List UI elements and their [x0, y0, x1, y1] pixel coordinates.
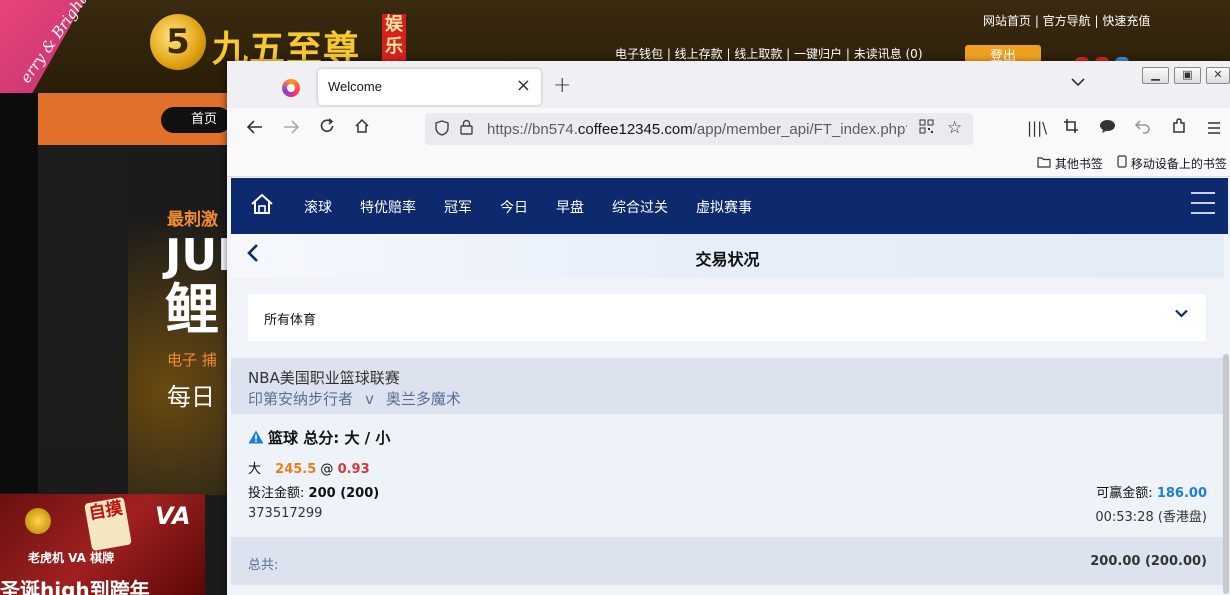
- page-title: 交易状况: [695, 250, 760, 269]
- tab-welcome[interactable]: Welcome ×: [318, 69, 541, 105]
- banner-slogan: 圣诞high到跨年: [0, 578, 150, 595]
- bookmark-mobile[interactable]: 移动设备上的书签: [1117, 155, 1227, 172]
- qr-code-icon[interactable]: [919, 119, 934, 138]
- sport-filter-value: 所有体育: [264, 313, 317, 328]
- minimize-icon[interactable]: ▁: [1142, 67, 1169, 84]
- reload-icon[interactable]: [319, 118, 335, 139]
- stake-value: 200 (200): [308, 486, 380, 501]
- bet-odds-value: 0.93: [337, 462, 370, 477]
- site-home-tab[interactable]: 首页: [161, 107, 231, 133]
- chevron-down-icon[interactable]: [1175, 306, 1188, 322]
- selection: 大: [248, 462, 262, 477]
- browser-window: Welcome × + ▁ ▣ ✕ https://bn574.coffee12…: [227, 61, 1230, 595]
- bookmark-star-icon[interactable]: ☆: [947, 118, 962, 138]
- scrollbar-thumb[interactable]: [1223, 354, 1229, 594]
- nav-special-odds[interactable]: 特优赔率: [360, 197, 416, 217]
- nav-virtual[interactable]: 虚拟赛事: [696, 197, 752, 217]
- total-row: 总共: 200.00 (200.00): [231, 537, 1224, 585]
- page-header: 交易状况: [231, 234, 1224, 278]
- chevron-down-icon[interactable]: [1071, 75, 1085, 91]
- promo-big-text-2: 鲤: [165, 278, 219, 341]
- away-team: 奥兰多魔术: [385, 390, 461, 408]
- nav-early[interactable]: 早盘: [556, 197, 584, 217]
- mahjong-tile-icon: 自摸: [84, 496, 132, 552]
- league-name: NBA美国职业篮球联赛: [248, 369, 400, 387]
- crop-screenshot-icon[interactable]: [1063, 118, 1079, 139]
- hamburger-menu-icon[interactable]: [1207, 118, 1221, 139]
- site-logo-badge: 娱乐: [382, 14, 406, 62]
- tab-title: Welcome: [328, 79, 382, 94]
- promo-daily: 每日: [167, 383, 215, 411]
- bet-id: 373517299: [248, 506, 323, 521]
- total-value: 200.00 (200.00): [1090, 554, 1207, 569]
- close-window-icon[interactable]: ✕: [1206, 67, 1230, 84]
- shield-icon[interactable]: [435, 120, 449, 140]
- bet-ticket: 篮球 总分: 大 / 小 大 245.5 @ 0.93 投注金额: 200 (2…: [231, 414, 1224, 535]
- bet-selection: 大 245.5 @ 0.93: [248, 458, 370, 477]
- account-links[interactable]: 电子钱包 | 线上存款 | 线上取款 | 一键归户 | 未读讯息 (0): [615, 45, 923, 62]
- banner-caption: 老虎机 VA 棋牌: [28, 551, 115, 565]
- top-links[interactable]: 网站首页 | 官方导航 | 快速充值: [983, 12, 1150, 29]
- home-team: 印第安纳步行者: [248, 390, 354, 408]
- lock-icon[interactable]: [460, 119, 473, 139]
- site-logo-icon: 5: [150, 14, 206, 70]
- bookmark-other[interactable]: 其他书签: [1037, 155, 1103, 172]
- address-bar[interactable]: https://bn574.coffee12345.com/app/member…: [425, 113, 973, 145]
- close-tab-icon[interactable]: ×: [516, 75, 531, 96]
- bet-line: 245.5: [275, 462, 317, 477]
- page-content: 滚球 特优赔率 冠军 今日 早盘 综合过关 虚拟赛事 交易状况 所有体育 NBA…: [227, 177, 1230, 595]
- forward-arrow-icon[interactable]: [283, 118, 300, 139]
- vs-label: v: [365, 390, 374, 408]
- tab-bar: Welcome × + ▁ ▣ ✕: [227, 61, 1230, 108]
- navigation-toolbar: https://bn574.coffee12345.com/app/member…: [227, 108, 1230, 150]
- banner-va-logo: VA: [155, 502, 191, 530]
- nav-today[interactable]: 今日: [500, 197, 528, 217]
- extensions-icon[interactable]: [1171, 118, 1187, 139]
- warning-icon: [248, 430, 264, 444]
- bet-time: 00:53:28 (香港盘): [1095, 510, 1207, 525]
- sport-filter-select[interactable]: 所有体育: [248, 294, 1206, 341]
- scrollbar[interactable]: [1223, 294, 1230, 594]
- maximize-icon[interactable]: ▣: [1174, 67, 1201, 84]
- promo-subtitle: 电子 捕: [167, 351, 217, 369]
- bet-stake: 投注金额: 200 (200): [248, 486, 380, 501]
- chat-icon[interactable]: [1099, 118, 1116, 139]
- home-icon[interactable]: [251, 193, 273, 220]
- bookmarks-bar: 其他书签 移动设备上的书签: [227, 150, 1230, 177]
- nav-live[interactable]: 滚球: [304, 197, 332, 217]
- url-text[interactable]: https://bn574.coffee12345.com/app/member…: [487, 121, 907, 138]
- promo-header: 最刺激: [167, 210, 218, 230]
- potential-win: 可赢金额: 186.00: [1096, 486, 1207, 501]
- at-symbol: @: [320, 462, 334, 477]
- new-tab-icon[interactable]: +: [553, 73, 571, 98]
- coin-icon: [25, 508, 51, 534]
- match-teams: 印第安纳步行者 v 奥兰多魔术: [248, 388, 461, 409]
- menu-icon[interactable]: [1191, 192, 1215, 214]
- firefox-icon[interactable]: [282, 79, 300, 97]
- undo-icon[interactable]: [1134, 118, 1151, 139]
- total-label: 总共:: [248, 558, 279, 573]
- library-icon[interactable]: |||\: [1027, 119, 1047, 137]
- folder-icon: [1037, 157, 1055, 171]
- nav-parlay[interactable]: 综合过关: [612, 197, 668, 217]
- nav-outright[interactable]: 冠军: [444, 197, 472, 217]
- league-header: NBA美国职业篮球联赛 印第安纳步行者 v 奥兰多魔术: [231, 358, 1224, 414]
- win-value: 186.00: [1156, 486, 1207, 501]
- home-icon[interactable]: [354, 118, 370, 139]
- sports-nav-bar: 滚球 特优赔率 冠军 今日 早盘 综合过关 虚拟赛事: [231, 178, 1228, 234]
- left-panel: [0, 93, 38, 493]
- bet-type: 篮球 总分: 大 / 小: [248, 427, 390, 448]
- mobile-device-icon: [1117, 155, 1131, 171]
- back-arrow-icon[interactable]: [246, 118, 263, 139]
